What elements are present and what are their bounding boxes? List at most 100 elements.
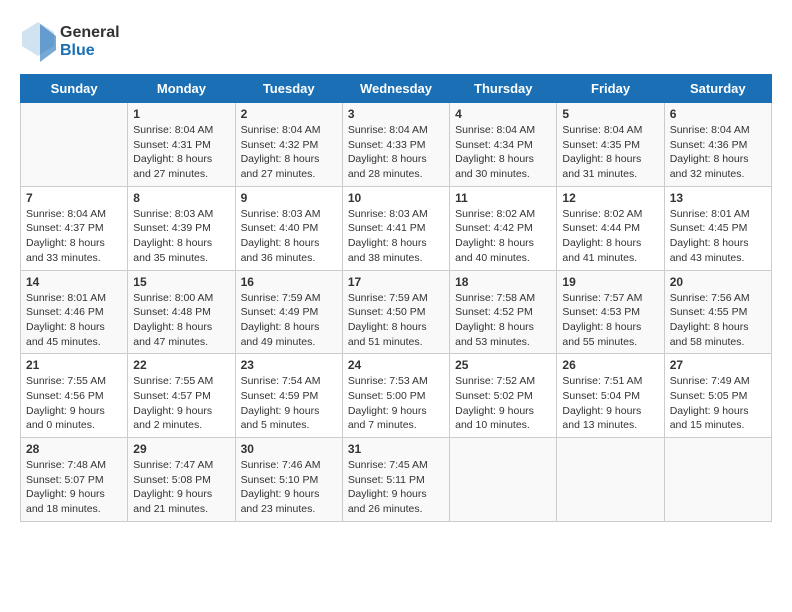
week-row-4: 21 Sunrise: 7:55 AM Sunset: 4:56 PM Dayli… (21, 354, 772, 438)
day-content: Sunrise: 8:04 AM Sunset: 4:32 PM Dayligh… (241, 123, 337, 182)
calendar-cell: 15 Sunrise: 8:00 AM Sunset: 4:48 PM Dayli… (128, 270, 235, 354)
calendar-cell: 28 Sunrise: 7:48 AM Sunset: 5:07 PM Dayli… (21, 438, 128, 522)
calendar-cell: 5Sunrise: 8:04 AM Sunset: 4:35 PM Daylig… (557, 103, 664, 187)
day-number: 26 (562, 358, 658, 372)
calendar-cell: 26 Sunrise: 7:51 AM Sunset: 5:04 PM Dayli… (557, 354, 664, 438)
calendar-cell (557, 438, 664, 522)
week-row-5: 28 Sunrise: 7:48 AM Sunset: 5:07 PM Dayli… (21, 438, 772, 522)
calendar-cell: 23 Sunrise: 7:54 AM Sunset: 4:59 PM Dayli… (235, 354, 342, 438)
day-number: 13 (670, 191, 766, 205)
day-number: 18 (455, 275, 551, 289)
day-content: Sunrise: 7:55 AM Sunset: 4:56 PM Dayligh… (26, 374, 122, 433)
calendar-cell (450, 438, 557, 522)
day-content: Sunrise: 7:51 AM Sunset: 5:04 PM Dayligh… (562, 374, 658, 433)
calendar-cell (664, 438, 771, 522)
day-header-saturday: Saturday (664, 75, 771, 103)
day-content: Sunrise: 7:58 AM Sunset: 4:52 PM Dayligh… (455, 291, 551, 350)
calendar-cell: 24Sunrise: 7:53 AM Sunset: 5:00 PM Dayli… (342, 354, 449, 438)
calendar-cell: 14 Sunrise: 8:01 AM Sunset: 4:46 PM Dayli… (21, 270, 128, 354)
calendar-cell: 8 Sunrise: 8:03 AM Sunset: 4:39 PM Daylig… (128, 186, 235, 270)
day-number: 24 (348, 358, 444, 372)
day-content: Sunrise: 8:01 AM Sunset: 4:45 PM Dayligh… (670, 207, 766, 266)
day-number: 8 (133, 191, 229, 205)
calendar-cell: 3 Sunrise: 8:04 AM Sunset: 4:33 PM Daylig… (342, 103, 449, 187)
calendar-cell: 20Sunrise: 7:56 AM Sunset: 4:55 PM Dayli… (664, 270, 771, 354)
day-header-sunday: Sunday (21, 75, 128, 103)
calendar-cell: 13 Sunrise: 8:01 AM Sunset: 4:45 PM Dayli… (664, 186, 771, 270)
day-number: 3 (348, 107, 444, 121)
day-number: 15 (133, 275, 229, 289)
day-content: Sunrise: 8:04 AM Sunset: 4:34 PM Dayligh… (455, 123, 551, 182)
day-content: Sunrise: 8:04 AM Sunset: 4:33 PM Dayligh… (348, 123, 444, 182)
day-number: 2 (241, 107, 337, 121)
day-content: Sunrise: 8:04 AM Sunset: 4:36 PM Dayligh… (670, 123, 766, 182)
day-header-wednesday: Wednesday (342, 75, 449, 103)
calendar-cell: 1 Sunrise: 8:04 AM Sunset: 4:31 PM Daylig… (128, 103, 235, 187)
day-content: Sunrise: 8:04 AM Sunset: 4:31 PM Dayligh… (133, 123, 229, 182)
day-number: 9 (241, 191, 337, 205)
day-content: Sunrise: 8:03 AM Sunset: 4:39 PM Dayligh… (133, 207, 229, 266)
calendar-body: 1 Sunrise: 8:04 AM Sunset: 4:31 PM Daylig… (21, 103, 772, 522)
header-row: SundayMondayTuesdayWednesdayThursdayFrid… (21, 75, 772, 103)
day-content: Sunrise: 8:04 AM Sunset: 4:35 PM Dayligh… (562, 123, 658, 182)
day-content: Sunrise: 8:00 AM Sunset: 4:48 PM Dayligh… (133, 291, 229, 350)
day-content: Sunrise: 7:52 AM Sunset: 5:02 PM Dayligh… (455, 374, 551, 433)
calendar-cell: 31Sunrise: 7:45 AM Sunset: 5:11 PM Dayli… (342, 438, 449, 522)
calendar-cell: 4 Sunrise: 8:04 AM Sunset: 4:34 PM Daylig… (450, 103, 557, 187)
logo-general: General (60, 24, 120, 42)
day-number: 17 (348, 275, 444, 289)
day-number: 12 (562, 191, 658, 205)
day-content: Sunrise: 7:57 AM Sunset: 4:53 PM Dayligh… (562, 291, 658, 350)
day-number: 14 (26, 275, 122, 289)
day-number: 16 (241, 275, 337, 289)
day-header-thursday: Thursday (450, 75, 557, 103)
calendar-cell: 11Sunrise: 8:02 AM Sunset: 4:42 PM Dayli… (450, 186, 557, 270)
day-number: 28 (26, 442, 122, 456)
day-header-tuesday: Tuesday (235, 75, 342, 103)
day-number: 6 (670, 107, 766, 121)
day-number: 11 (455, 191, 551, 205)
day-number: 20 (670, 275, 766, 289)
calendar-cell: 30Sunrise: 7:46 AM Sunset: 5:10 PM Dayli… (235, 438, 342, 522)
day-content: Sunrise: 7:54 AM Sunset: 4:59 PM Dayligh… (241, 374, 337, 433)
calendar-cell: 16Sunrise: 7:59 AM Sunset: 4:49 PM Dayli… (235, 270, 342, 354)
day-number: 7 (26, 191, 122, 205)
logo: GeneralBlue (20, 20, 120, 64)
calendar-cell: 7Sunrise: 8:04 AM Sunset: 4:37 PM Daylig… (21, 186, 128, 270)
week-row-1: 1 Sunrise: 8:04 AM Sunset: 4:31 PM Daylig… (21, 103, 772, 187)
calendar-cell: 21 Sunrise: 7:55 AM Sunset: 4:56 PM Dayli… (21, 354, 128, 438)
calendar-cell: 19Sunrise: 7:57 AM Sunset: 4:53 PM Dayli… (557, 270, 664, 354)
day-number: 10 (348, 191, 444, 205)
day-number: 21 (26, 358, 122, 372)
calendar-cell: 10 Sunrise: 8:03 AM Sunset: 4:41 PM Dayli… (342, 186, 449, 270)
day-number: 25 (455, 358, 551, 372)
day-number: 29 (133, 442, 229, 456)
day-content: Sunrise: 7:45 AM Sunset: 5:11 PM Dayligh… (348, 458, 444, 517)
calendar-cell: 9Sunrise: 8:03 AM Sunset: 4:40 PM Daylig… (235, 186, 342, 270)
day-content: Sunrise: 7:48 AM Sunset: 5:07 PM Dayligh… (26, 458, 122, 517)
week-row-3: 14 Sunrise: 8:01 AM Sunset: 4:46 PM Dayli… (21, 270, 772, 354)
day-content: Sunrise: 7:49 AM Sunset: 5:05 PM Dayligh… (670, 374, 766, 433)
day-content: Sunrise: 8:01 AM Sunset: 4:46 PM Dayligh… (26, 291, 122, 350)
day-header-friday: Friday (557, 75, 664, 103)
page-header: GeneralBlue (20, 20, 772, 64)
logo-blue: Blue (60, 42, 120, 60)
calendar-cell: 17 Sunrise: 7:59 AM Sunset: 4:50 PM Dayli… (342, 270, 449, 354)
day-number: 23 (241, 358, 337, 372)
day-content: Sunrise: 7:55 AM Sunset: 4:57 PM Dayligh… (133, 374, 229, 433)
calendar-cell: 29 Sunrise: 7:47 AM Sunset: 5:08 PM Dayli… (128, 438, 235, 522)
week-row-2: 7Sunrise: 8:04 AM Sunset: 4:37 PM Daylig… (21, 186, 772, 270)
day-content: Sunrise: 7:59 AM Sunset: 4:50 PM Dayligh… (348, 291, 444, 350)
day-number: 1 (133, 107, 229, 121)
calendar-cell: 27 Sunrise: 7:49 AM Sunset: 5:05 PM Dayli… (664, 354, 771, 438)
day-content: Sunrise: 8:03 AM Sunset: 4:41 PM Dayligh… (348, 207, 444, 266)
calendar-table: SundayMondayTuesdayWednesdayThursdayFrid… (20, 74, 772, 522)
calendar-cell: 25 Sunrise: 7:52 AM Sunset: 5:02 PM Dayli… (450, 354, 557, 438)
calendar-header: SundayMondayTuesdayWednesdayThursdayFrid… (21, 75, 772, 103)
calendar-cell (21, 103, 128, 187)
day-number: 27 (670, 358, 766, 372)
day-content: Sunrise: 7:47 AM Sunset: 5:08 PM Dayligh… (133, 458, 229, 517)
logo-svg (20, 20, 56, 64)
calendar-cell: 6 Sunrise: 8:04 AM Sunset: 4:36 PM Daylig… (664, 103, 771, 187)
day-number: 4 (455, 107, 551, 121)
